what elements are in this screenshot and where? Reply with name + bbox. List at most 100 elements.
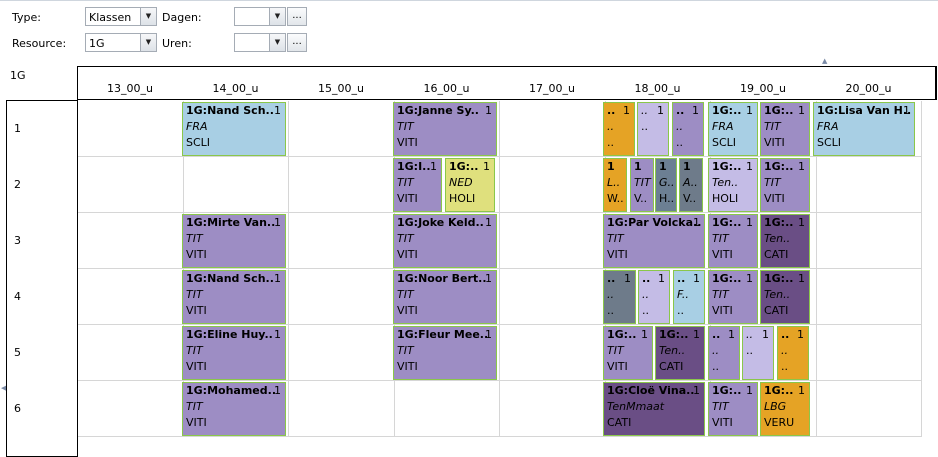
appointment-block[interactable]: 1G:Fleur Mee.. TIT VITI 1 bbox=[393, 326, 497, 380]
appointment-block[interactable]: 1G:.. TIT VITI 1 bbox=[708, 382, 758, 436]
type-select[interactable]: Klassen ▼ bbox=[85, 7, 157, 26]
time-slot[interactable] bbox=[78, 213, 184, 269]
appointment-block[interactable]: 1G:.. LBG VERU 1 bbox=[760, 382, 810, 436]
time-slot[interactable] bbox=[78, 269, 184, 325]
time-slot[interactable] bbox=[816, 325, 922, 381]
time-slot[interactable] bbox=[78, 325, 184, 381]
appointment-block[interactable]: 1G:Par Volcka.. TIT VITI 1 bbox=[603, 214, 705, 268]
time-slot[interactable] bbox=[500, 213, 606, 269]
appointment-block[interactable]: ...... 1 bbox=[672, 102, 704, 156]
appointment-block[interactable]: 1G:.. TIT VITI 1 bbox=[708, 214, 758, 268]
appointment-block[interactable]: ...... 1 bbox=[638, 270, 670, 324]
chevron-down-icon[interactable]: ▼ bbox=[269, 8, 285, 25]
time-slot[interactable] bbox=[289, 213, 395, 269]
appointment-block[interactable]: 1G:.. TIT VITI 1 bbox=[708, 270, 758, 324]
uren-ellipsis-button[interactable]: ... bbox=[287, 33, 307, 52]
appointment-block[interactable]: .... 1 bbox=[637, 102, 669, 156]
appointment-block[interactable]: 1G:.. TIT VITI 1 bbox=[760, 102, 810, 156]
time-slot[interactable] bbox=[78, 381, 184, 437]
appointment-count: 1 bbox=[624, 272, 631, 285]
column-label: 17_00_u bbox=[529, 82, 575, 95]
appointment-count: 1 bbox=[430, 160, 437, 173]
appointment-room: .. bbox=[642, 304, 649, 317]
time-slot[interactable] bbox=[289, 381, 395, 437]
appointment-title: 1 bbox=[683, 160, 691, 173]
appointment-subject: TIT bbox=[607, 232, 624, 245]
appointment-count: 1 bbox=[798, 384, 805, 397]
appointment-block[interactable]: 1G:Mirte Van.. TIT VITI 1 bbox=[182, 214, 286, 268]
row-label: 5 bbox=[14, 346, 21, 359]
time-slot[interactable] bbox=[289, 269, 395, 325]
appointment-title: 1G:Fleur Mee.. bbox=[397, 328, 489, 341]
appointment-block[interactable]: 1G:.. Ten.. CATI 1 bbox=[655, 326, 705, 380]
time-slot[interactable] bbox=[816, 269, 922, 325]
appointment-count: 1 bbox=[746, 160, 753, 173]
time-slot[interactable] bbox=[289, 157, 395, 213]
time-slot[interactable] bbox=[500, 381, 606, 437]
appointment-subject: TIT bbox=[634, 176, 651, 189]
appointment-room: VITI bbox=[712, 416, 733, 429]
appointment-count: 1 bbox=[483, 160, 490, 173]
time-slot[interactable] bbox=[394, 381, 500, 437]
chevron-down-icon[interactable]: ▼ bbox=[140, 34, 156, 51]
appointment-block[interactable]: 1G:.. Ten.. CATI 1 bbox=[760, 214, 810, 268]
appointment-block[interactable]: 1G:I.. TIT VITI 1 bbox=[393, 158, 442, 212]
time-slot[interactable] bbox=[500, 325, 606, 381]
appointment-block[interactable]: 1G:.. NED HOLI 1 bbox=[445, 158, 495, 212]
appointment-block[interactable]: 1G:.. Ten.. HOLI 1 bbox=[708, 158, 758, 212]
appointment-block[interactable]: .. F.... 1 bbox=[673, 270, 705, 324]
dagen-select[interactable]: ▼ bbox=[234, 7, 286, 26]
appointment-block[interactable]: 1G:Nand Sch.. FRA SCLI 1 bbox=[182, 102, 286, 156]
time-slot[interactable] bbox=[816, 381, 922, 437]
appointment-block[interactable]: 1G:.. TIT VITI 1 bbox=[603, 326, 653, 380]
dagen-label: Dagen: bbox=[162, 11, 202, 24]
appointment-block[interactable]: 1 L.. W.. bbox=[603, 158, 627, 212]
scroll-up-marker-icon[interactable]: ▲ bbox=[822, 57, 827, 65]
appointment-block[interactable]: ...... 1 bbox=[603, 102, 635, 156]
appointment-block[interactable]: 1G:.. FRA SCLI 1 bbox=[708, 102, 758, 156]
appointment-block[interactable]: ...... 1 bbox=[708, 326, 740, 380]
appointment-block[interactable]: 1G:Nand Sch.. TIT VITI 1 bbox=[182, 270, 286, 324]
appointment-count: 1 bbox=[657, 104, 664, 117]
appointment-room: VITI bbox=[397, 192, 418, 205]
time-slot[interactable] bbox=[500, 101, 606, 157]
appointment-count: 1 bbox=[693, 328, 700, 341]
appointment-block[interactable]: 1G:.. Ten.. CATI 1 bbox=[760, 270, 810, 324]
time-slot[interactable] bbox=[78, 101, 184, 157]
appointment-block[interactable]: 1G:Eline Huy.. TIT VITI 1 bbox=[182, 326, 286, 380]
dagen-ellipsis-button[interactable]: ... bbox=[287, 7, 307, 26]
time-slot[interactable] bbox=[816, 213, 922, 269]
time-slot[interactable] bbox=[78, 157, 184, 213]
appointment-block[interactable]: 1G:.. TIT VITI 1 bbox=[760, 158, 810, 212]
time-slot[interactable] bbox=[500, 157, 606, 213]
column-label: 15_00_u bbox=[318, 82, 364, 95]
time-slot[interactable] bbox=[289, 325, 395, 381]
appointment-block[interactable]: .... 1 bbox=[742, 326, 774, 380]
chevron-down-icon[interactable]: ▼ bbox=[269, 34, 285, 51]
appointment-block[interactable]: 1G:Mohamed.. TIT VITI 1 bbox=[182, 382, 286, 436]
appointment-block[interactable]: 1G:Cloë Vina.. TenMmaat CATI 1 bbox=[603, 382, 705, 436]
column-label: 20_00_u bbox=[845, 82, 892, 95]
appointment-room: VITI bbox=[397, 360, 418, 373]
time-slot[interactable] bbox=[289, 101, 395, 157]
appointment-block[interactable]: 1G:Lisa Van H.. FRA SCLI 1 bbox=[813, 102, 915, 156]
appointment-title: 1 bbox=[659, 160, 667, 173]
time-slot[interactable] bbox=[816, 157, 922, 213]
appointment-subject: TIT bbox=[397, 344, 414, 357]
time-slot[interactable] bbox=[183, 157, 289, 213]
appointment-block[interactable]: 1 G.. H.. bbox=[655, 158, 677, 212]
appointment-room: VITI bbox=[186, 248, 207, 261]
appointment-block[interactable]: ...... 1 bbox=[777, 326, 809, 380]
appointment-block[interactable]: 1 A.. V.. bbox=[679, 158, 703, 212]
chevron-down-icon[interactable]: ▼ bbox=[140, 8, 156, 25]
appointment-block[interactable]: 1G:Janne Sy.. TIT VITI 1 bbox=[393, 102, 497, 156]
appointment-block[interactable]: 1G:Noor Bert.. TIT VITI 1 bbox=[393, 270, 497, 324]
appointment-subject: .. bbox=[712, 344, 719, 357]
resource-select[interactable]: 1G ▼ bbox=[85, 33, 157, 52]
appointment-block[interactable]: 1G:Joke Keld.. TIT VITI 1 bbox=[393, 214, 497, 268]
appointment-block[interactable]: ...... 1 bbox=[603, 270, 636, 324]
appointment-block[interactable]: 1 TIT V.. bbox=[630, 158, 654, 212]
uren-select[interactable]: ▼ bbox=[234, 33, 286, 52]
appointment-title: 1G:Mohamed.. bbox=[186, 384, 276, 397]
time-slot[interactable] bbox=[500, 269, 606, 325]
